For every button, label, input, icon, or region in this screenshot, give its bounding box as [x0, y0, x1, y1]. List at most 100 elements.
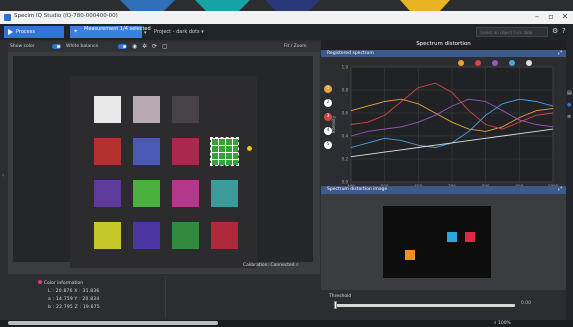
minimize-icon[interactable]: – — [530, 12, 544, 21]
window-title: Specim IQ Studio (IQ-780-000400-00) — [14, 13, 118, 19]
right-tool-rail: ▤ ● ≡ — [566, 40, 573, 320]
coord-row: b : 22.795 Z : 19.675 — [48, 305, 100, 310]
red-marker — [465, 232, 475, 242]
coord-row: L : 20.876 X : 31.836 — [48, 289, 100, 294]
series-select-2[interactable]: 2 — [324, 99, 332, 107]
color-patch[interactable] — [133, 96, 160, 123]
toolbar: Process ⌖ Measurement 1/4 selected ▾ Pro… — [0, 24, 573, 40]
legend-swatch — [526, 60, 532, 66]
coord-row: a : 14.759 Y : 20.834 — [48, 297, 100, 302]
collapse-left-icon[interactable]: ‹ — [2, 172, 4, 179]
color-patch[interactable] — [133, 222, 160, 249]
orange-marker — [405, 250, 415, 260]
settings-icon[interactable]: ✲ — [142, 43, 147, 50]
color-info-title: Color information — [44, 281, 84, 286]
color-patch[interactable] — [211, 222, 238, 249]
threshold-slider[interactable] — [335, 304, 515, 307]
color-patch[interactable] — [211, 96, 238, 123]
status-zoom: ⌕ 100% — [494, 320, 511, 326]
legend-swatch — [458, 60, 464, 66]
image-viewport[interactable] — [13, 56, 313, 268]
y-tick-label: 0.2 — [342, 157, 349, 162]
color-patch[interactable] — [172, 96, 199, 123]
image-pane-header: Show color White balance ◉ ✲ ⟳ ▢ Fit / Z… — [8, 42, 320, 52]
color-patch[interactable] — [94, 138, 121, 165]
expand-icon[interactable]: ⤢ — [558, 186, 562, 192]
panel-divider — [165, 278, 166, 318]
white-balance-label: White balance — [66, 44, 99, 49]
blue-marker — [447, 232, 457, 242]
banner-stripe-navy — [265, 0, 320, 11]
layers-icon[interactable]: ▤ — [567, 90, 572, 96]
white-balance-toggle[interactable] — [118, 44, 127, 49]
measurement-label: Measurement 1/4 selected — [84, 26, 151, 32]
show-color-toggle[interactable] — [52, 44, 61, 49]
list-icon[interactable]: ≡ — [567, 114, 571, 120]
zoom-icon: ⌕ — [494, 321, 497, 326]
show-color-label: Show color — [10, 44, 35, 49]
registered-spectrum-label: Registered spectrum — [327, 51, 374, 56]
series-select-5[interactable]: 5 — [324, 141, 332, 149]
threshold-slider-thumb[interactable] — [334, 301, 337, 309]
color-info-panel: Color information L : 20.876 X : 31.836 … — [38, 280, 178, 320]
series-select-3[interactable]: 3 — [324, 113, 332, 121]
banner-stripe-yellow — [400, 0, 450, 11]
color-patch[interactable] — [94, 180, 121, 207]
threshold-value: 0.00 — [521, 301, 532, 306]
close-icon[interactable]: ✕ — [558, 12, 572, 21]
project-dropdown[interactable]: Project - dark dots ▾ — [150, 26, 232, 38]
refresh-icon[interactable]: ⟳ — [152, 43, 157, 50]
distortion-image-label: Spectrum distortion image — [327, 187, 388, 192]
color-patch[interactable] — [172, 138, 199, 165]
threshold-panel: Threshold 0.00 — [321, 290, 566, 320]
maximize-icon[interactable]: ▫ — [544, 12, 558, 21]
help-icon[interactable]: ? — [562, 27, 566, 35]
measurement-dropdown-icon[interactable]: ▾ — [144, 30, 147, 36]
image-pane: Show color White balance ◉ ✲ ⟳ ▢ Fit / Z… — [8, 42, 320, 274]
spectrum-chart-svg: 0.00.20.40.60.81.04005006007008009001000… — [331, 60, 559, 196]
color-patch[interactable] — [211, 180, 238, 207]
measure-icon: ⌖ — [74, 28, 78, 35]
process-button[interactable]: Process — [4, 26, 64, 38]
legend-swatch — [509, 60, 515, 66]
threshold-label: Threshold — [329, 294, 352, 299]
selection-marker-icon[interactable] — [247, 146, 252, 151]
measurement-button[interactable]: ⌖ Measurement 1/4 selected — [70, 26, 151, 38]
banner-stripe-teal — [195, 0, 250, 11]
color-patch[interactable] — [172, 180, 199, 207]
search-icon: ⌕ — [296, 263, 299, 268]
series-select-1[interactable]: 1 — [324, 85, 332, 93]
color-checker-chart — [70, 76, 257, 268]
color-patch[interactable] — [133, 180, 160, 207]
y-tick-label: 0.8 — [342, 88, 349, 93]
process-label: Process — [16, 29, 35, 35]
zoom-text: 100% — [497, 321, 511, 326]
color-patch[interactable] — [94, 96, 121, 123]
zoom-label[interactable]: Fit / Zoom — [284, 44, 307, 49]
object-search-input[interactable] — [476, 27, 548, 37]
camera-icon[interactable]: ◉ — [132, 43, 137, 50]
spectrum-pane-title: Spectrum distortion — [321, 40, 566, 50]
color-patch[interactable] — [210, 137, 239, 166]
banner-stripe-blue — [120, 0, 175, 11]
spectrum-pane: Spectrum distortion Registered spectrum … — [321, 40, 566, 320]
app-icon — [4, 14, 11, 21]
expand-icon[interactable]: ⤢ — [558, 50, 562, 56]
color-dot-icon — [38, 280, 42, 284]
calibration-status[interactable]: Calibration: Connected ⌕ — [243, 262, 299, 268]
fit-icon[interactable]: ▢ — [162, 43, 168, 50]
series-select-4[interactable]: 4 — [324, 127, 332, 135]
play-icon — [8, 29, 13, 35]
pin-icon[interactable]: ● — [567, 102, 571, 108]
calibration-label: Calibration: Connected — [243, 263, 295, 268]
color-patch[interactable] — [172, 222, 199, 249]
distortion-image-area — [321, 194, 566, 290]
title-bar: Specim IQ Studio (IQ-780-000400-00) – ▫ … — [0, 11, 573, 24]
legend-swatch — [475, 60, 481, 66]
distortion-image[interactable] — [383, 206, 491, 278]
y-tick-label: 0.6 — [342, 111, 349, 116]
color-patch[interactable] — [133, 138, 160, 165]
horizontal-scrollbar[interactable] — [8, 321, 218, 325]
color-patch[interactable] — [94, 222, 121, 249]
gear-icon[interactable]: ⚙ — [552, 27, 558, 35]
